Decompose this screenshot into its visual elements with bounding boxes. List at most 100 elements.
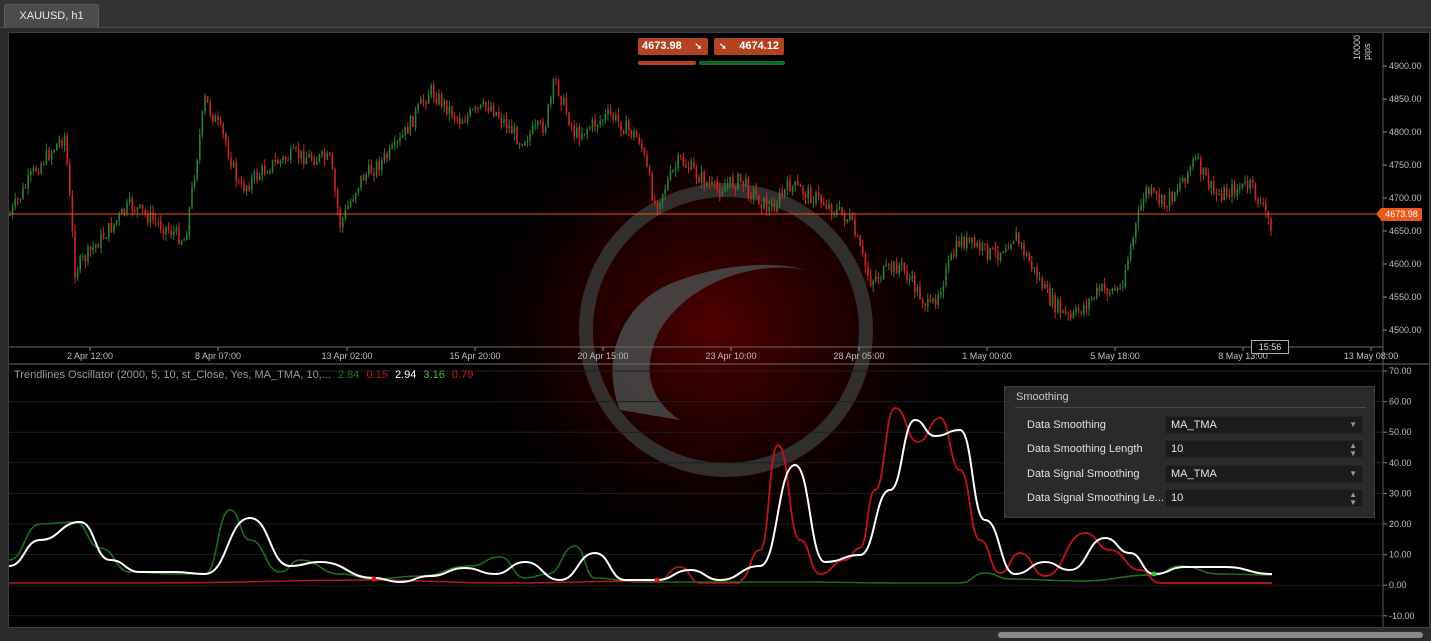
indicator-name: Trendlines Oscillator (2000, 5, 10, st_C…	[14, 369, 331, 381]
candle-body	[326, 153, 328, 160]
candle-body	[357, 187, 360, 194]
candle-body	[383, 153, 386, 160]
candle-body	[830, 204, 833, 215]
ctrader-watermark-logo	[455, 100, 975, 560]
candle-body	[1127, 259, 1129, 270]
candle-body	[97, 244, 100, 249]
candle-body	[440, 93, 443, 107]
candle-body	[940, 291, 942, 295]
signal-dot-red	[654, 577, 660, 583]
candle-body	[430, 85, 432, 96]
candle-body	[451, 106, 453, 117]
candle-body	[1038, 278, 1041, 280]
candle-body	[349, 201, 352, 207]
candle-body	[664, 189, 666, 195]
time-tick-label: 20 Apr 15:00	[577, 351, 628, 361]
candle-body	[76, 270, 79, 278]
candle-body	[1067, 313, 1069, 315]
sell-arrow-icon: ➘	[694, 41, 702, 51]
data-smoothing-length-value: 10	[1171, 443, 1184, 455]
candle-body	[89, 246, 92, 251]
time-tick-label: 13 May 08:00	[1344, 351, 1399, 361]
price-axis: 4900.00 4850.00 4800.00 4750.00 4700.00 4650.…	[1383, 61, 1422, 335]
candle-body	[360, 175, 362, 188]
candle-body	[245, 185, 248, 192]
candle-body	[201, 111, 204, 136]
candle-body	[950, 254, 952, 261]
candle-body	[755, 189, 757, 196]
candle-body	[617, 114, 620, 122]
candle-body	[526, 141, 529, 143]
data-smoothing-value: MA_TMA	[1171, 419, 1217, 431]
candle-body	[672, 170, 674, 172]
price-chart[interactable]: 4900.00 4850.00 4800.00 4750.00 4700.00 4650.…	[0, 0, 1431, 641]
data-signal-smoothing-length-stepper[interactable]: 10 ▲ ▼	[1165, 489, 1363, 507]
buy-button[interactable]: ➘ 4674.12	[714, 38, 784, 55]
candle-body	[1231, 184, 1233, 197]
candle-body	[290, 148, 292, 161]
candle-body	[1044, 284, 1046, 289]
candle-body	[578, 127, 581, 140]
candle-body	[469, 109, 471, 116]
candle-body	[1189, 166, 1192, 172]
time-tick-label: 2 Apr 12:00	[67, 351, 113, 361]
candle-body	[547, 104, 549, 127]
candle-body	[121, 208, 123, 214]
stepper-arrows-icon[interactable]: ▲ ▼	[1349, 491, 1357, 507]
candle-body	[1233, 184, 1236, 196]
candle-body	[40, 163, 42, 174]
candle-body	[1106, 288, 1108, 295]
oscillator-axis: 70.00 60.00 50.00 40.00 30.00 20.00 10.00 0.00 -…	[1383, 366, 1415, 621]
candle-body	[750, 196, 752, 198]
candle-body	[487, 107, 490, 112]
candle-body	[394, 142, 396, 146]
candle-body	[50, 152, 53, 160]
candle-body	[508, 125, 510, 129]
stepper-arrows-icon[interactable]: ▲ ▼	[1349, 442, 1357, 458]
candle-body	[854, 219, 856, 236]
candle-body	[1194, 157, 1197, 160]
candle-body	[32, 167, 35, 172]
candle-body	[69, 163, 71, 196]
candle-body	[1155, 191, 1158, 195]
data-signal-smoothing-dropdown[interactable]: MA_TMA ▼	[1165, 465, 1363, 483]
candle-body	[771, 203, 773, 207]
buy-price: 4674.12	[739, 40, 779, 52]
sell-button[interactable]: 4673.98 ➘	[638, 38, 708, 55]
candle-body	[420, 99, 422, 105]
candle-body	[1218, 193, 1220, 195]
data-smoothing-dropdown[interactable]: MA_TMA ▼	[1165, 416, 1363, 434]
candle-body	[1239, 188, 1241, 190]
candle-body	[240, 182, 243, 184]
oscillator-tick-label: 40.00	[1389, 458, 1412, 468]
indicator-title[interactable]: Trendlines Oscillator (2000, 5, 10, st_C…	[14, 369, 473, 381]
candle-body	[196, 159, 198, 180]
candle-body	[901, 262, 903, 266]
price-tick-label: 4650.00	[1389, 226, 1422, 236]
candle-body	[53, 150, 55, 153]
candle-body	[342, 218, 344, 228]
candle-body	[287, 159, 289, 161]
candle-body	[685, 165, 687, 168]
indicator-value-1: 2.84	[337, 369, 360, 381]
candle-body	[1085, 305, 1088, 309]
candle-body	[784, 189, 786, 196]
candle-body	[282, 156, 284, 161]
candle-body	[217, 116, 219, 121]
candle-body	[511, 125, 513, 134]
price-tick-label: 4900.00	[1389, 61, 1422, 71]
candle-body	[1023, 243, 1025, 256]
candle-body	[165, 226, 167, 235]
horizontal-scrollbar[interactable]	[998, 632, 1423, 638]
candle-body	[932, 298, 934, 302]
candle-body	[1265, 202, 1267, 212]
candle-body	[365, 174, 367, 181]
candle-body	[427, 95, 430, 105]
candle-body	[607, 109, 609, 115]
candle-body	[1025, 253, 1028, 256]
candle-body	[318, 154, 321, 162]
oscillator-tick-label: 0.00	[1389, 580, 1407, 590]
candle-body	[446, 100, 448, 114]
candle-body	[849, 214, 851, 220]
data-smoothing-length-stepper[interactable]: 10 ▲ ▼	[1165, 440, 1363, 458]
